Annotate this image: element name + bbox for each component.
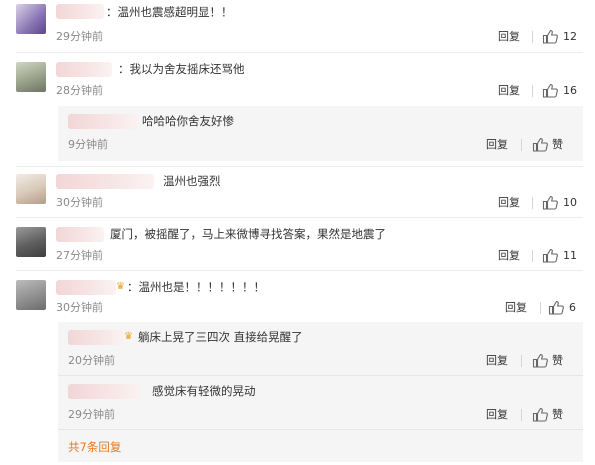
separator <box>521 409 522 421</box>
username[interactable] <box>56 227 104 242</box>
reply-text: 哈哈哈你舍友好惨 <box>142 114 234 128</box>
reply-button[interactable]: 回复 <box>505 300 527 315</box>
like-button[interactable]: 赞 <box>552 407 563 422</box>
username[interactable] <box>68 114 138 129</box>
separator <box>532 197 533 209</box>
timestamp: 20分钟前 <box>68 354 115 367</box>
reply-text: 躺床上晃了三四次 直接给晃醒了 <box>138 330 303 344</box>
timestamp: 29分钟前 <box>68 408 115 421</box>
comment-text: ：温州也震感超明显！！ <box>106 5 233 19</box>
avatar[interactable] <box>16 4 46 34</box>
username[interactable] <box>56 4 104 19</box>
thumbs-up-icon[interactable] <box>542 29 558 44</box>
thumbs-up-icon[interactable] <box>532 353 548 368</box>
avatar[interactable] <box>16 227 46 257</box>
timestamp: 29分钟前 <box>56 30 103 43</box>
reply-button[interactable]: 回复 <box>486 353 508 368</box>
reply-button[interactable]: 回复 <box>498 29 520 44</box>
like-button[interactable]: 赞 <box>552 137 563 152</box>
username[interactable] <box>56 62 112 77</box>
timestamp: 30分钟前 <box>56 196 103 209</box>
like-count: 10 <box>563 196 577 209</box>
reply-button[interactable]: 回复 <box>498 83 520 98</box>
like-count: 16 <box>563 84 577 97</box>
separator <box>521 355 522 367</box>
comment-text: 温州也强烈 <box>163 174 221 188</box>
like-count: 11 <box>563 249 577 262</box>
reply-button[interactable]: 回复 <box>486 137 508 152</box>
reply-button[interactable]: 回复 <box>498 195 520 210</box>
thumbs-up-icon[interactable] <box>532 407 548 422</box>
avatar[interactable] <box>16 280 46 310</box>
reply-panel: 哈哈哈你舍友好惨 9分钟前 回复 赞 <box>58 106 583 161</box>
divider <box>58 375 583 376</box>
reply-text: 感觉床有轻微的晃动 <box>152 384 256 398</box>
divider <box>16 217 583 218</box>
thumbs-up-icon[interactable] <box>532 137 548 152</box>
comment-text: 厦门，被摇醒了，马上来微博寻找答案，果然是地震了 <box>110 227 386 241</box>
separator <box>521 139 522 151</box>
reply-panel: ♛ 躺床上晃了三四次 直接给晃醒了 20分钟前 回复 赞 感觉床有轻微的晃动 2… <box>58 322 583 462</box>
like-button[interactable]: 赞 <box>552 353 563 368</box>
crown-badge-icon: ♛ <box>124 331 133 342</box>
separator <box>540 302 541 314</box>
divider <box>16 52 583 53</box>
divider <box>58 429 583 430</box>
timestamp: 9分钟前 <box>68 138 108 151</box>
thumbs-up-icon[interactable] <box>542 248 558 263</box>
username[interactable] <box>68 384 140 399</box>
avatar[interactable] <box>16 62 46 92</box>
timestamp: 28分钟前 <box>56 84 103 97</box>
separator <box>532 31 533 43</box>
username[interactable] <box>56 280 116 295</box>
thumbs-up-icon[interactable] <box>548 300 564 315</box>
username[interactable] <box>56 174 154 189</box>
timestamp: 27分钟前 <box>56 249 103 262</box>
comment-text: ：温州也是！！！！！！！ <box>127 280 265 294</box>
avatar[interactable] <box>16 174 46 204</box>
more-replies-link[interactable]: 共7条回复 <box>68 440 121 455</box>
separator <box>532 250 533 262</box>
reply-button[interactable]: 回复 <box>498 248 520 263</box>
comment-text: ：我以为舍友摇床还骂他 <box>118 62 245 76</box>
separator <box>532 85 533 97</box>
like-count: 12 <box>563 30 577 43</box>
timestamp: 30分钟前 <box>56 301 103 314</box>
crown-badge-icon: ♛ <box>116 281 125 292</box>
divider <box>16 166 583 167</box>
reply-button[interactable]: 回复 <box>486 407 508 422</box>
username[interactable] <box>68 330 124 345</box>
like-count: 6 <box>569 301 576 314</box>
thumbs-up-icon[interactable] <box>542 195 558 210</box>
divider <box>16 270 583 271</box>
thumbs-up-icon[interactable] <box>542 83 558 98</box>
